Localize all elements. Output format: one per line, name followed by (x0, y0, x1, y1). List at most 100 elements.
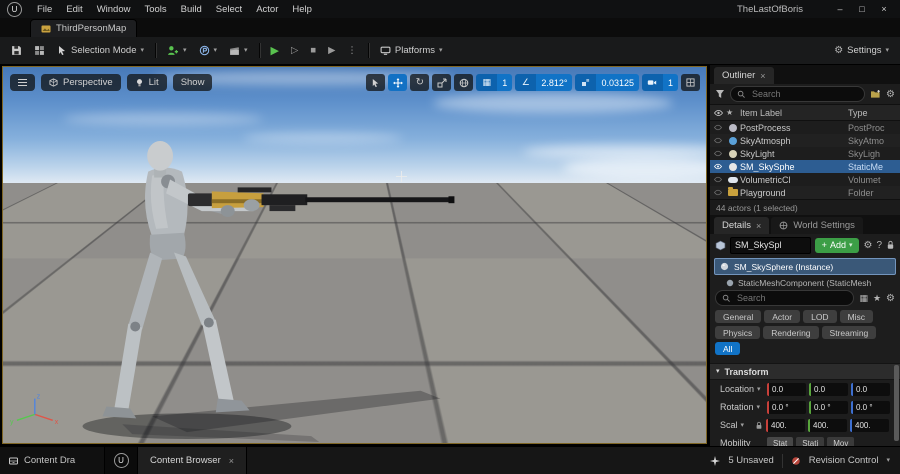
close-icon[interactable]: × (756, 221, 761, 231)
table-row[interactable]: VolumetricCl Volumet (710, 173, 900, 186)
rotation-z-field[interactable]: 0.0 ° (851, 401, 890, 414)
stop-button[interactable]: ■ (305, 40, 321, 61)
frame-skip-button[interactable]: ▷ (286, 40, 303, 61)
table-row[interactable]: Playground Folder (710, 186, 900, 199)
details-scrollbar[interactable] (894, 365, 899, 441)
filter-general[interactable]: General (715, 310, 761, 323)
play-button[interactable]: ▶ (266, 40, 284, 61)
grid-view-icon[interactable]: ▦ (859, 293, 868, 304)
eye-icon[interactable] (710, 189, 726, 196)
gear-icon[interactable]: ⚙ (886, 89, 895, 100)
add-component-button[interactable]: + Add ▾ (815, 238, 860, 253)
viewport[interactable]: x y z Perspective Lit Show ↻ ▦ 1 ∠ 2.812… (2, 66, 707, 444)
scale-label[interactable]: Scal ▾ (720, 420, 752, 430)
location-y-field[interactable]: 0.0 (809, 383, 848, 396)
blueprints-button[interactable]: ▾ (194, 40, 223, 61)
filter-actor[interactable]: Actor (764, 310, 800, 323)
details-search[interactable] (715, 290, 854, 306)
menu-select[interactable]: Select (209, 0, 249, 18)
revision-control-button[interactable]: Revision Control (809, 455, 879, 466)
star-icon[interactable]: ★ (873, 293, 881, 304)
location-label[interactable]: Location ▾ (720, 384, 764, 394)
scale-x-field[interactable]: 400. (766, 419, 805, 432)
scale-snap-control[interactable]: 0.03125 (575, 74, 639, 91)
rotation-snap-control[interactable]: ∠ 2.812° (515, 74, 572, 91)
unreal-status-tab[interactable]: U (105, 447, 138, 474)
tab-world-settings[interactable]: World Settings (771, 217, 863, 234)
unsaved-status[interactable]: 5 Unsaved (728, 455, 773, 466)
menu-edit[interactable]: Edit (59, 0, 89, 18)
platforms-dropdown[interactable]: Platforms ▾ (375, 40, 448, 61)
eye-icon[interactable] (710, 150, 726, 157)
eye-icon[interactable] (710, 124, 726, 131)
table-row[interactable]: SkyAtmosph SkyAtmo (710, 134, 900, 147)
item-label-column-header[interactable]: Item Label (740, 108, 848, 118)
actor-name-field[interactable] (730, 237, 811, 254)
filter-rendering[interactable]: Rendering (763, 326, 818, 339)
table-row[interactable]: PostProcess PostProc (710, 121, 900, 134)
location-x-field[interactable]: 0.0 (767, 383, 806, 396)
table-row-selected[interactable]: SM_SkySphe StaticMe (710, 160, 900, 173)
scale-y-field[interactable]: 400. (808, 419, 847, 432)
outliner-search-input[interactable] (750, 88, 858, 100)
filter-streaming[interactable]: Streaming (822, 326, 877, 339)
scale-z-field[interactable]: 400. (850, 419, 889, 432)
scale-tool-button[interactable] (432, 74, 451, 91)
component-root-row[interactable]: SM_SkySphere (Instance) (714, 258, 896, 275)
tab-thirdpersonmap[interactable]: ThirdPersonMap (30, 19, 137, 37)
type-column-header[interactable]: Type (848, 108, 900, 118)
move-tool-button[interactable] (388, 74, 407, 91)
rotation-label[interactable]: Rotation ▾ (720, 402, 764, 412)
settings-dropdown[interactable]: ⚙ Settings ▾ (829, 40, 894, 61)
eject-button[interactable]: ▶ (323, 40, 340, 61)
star-icon[interactable]: ★ (726, 108, 740, 117)
show-dropdown[interactable]: Show (173, 74, 213, 91)
gear-icon[interactable]: ⚙ (863, 240, 872, 251)
maximize-viewport-button[interactable] (681, 74, 700, 91)
filter-all[interactable]: All (715, 342, 740, 355)
close-icon[interactable]: × (760, 71, 765, 81)
filter-icon[interactable] (715, 89, 725, 99)
lock-icon[interactable] (886, 240, 895, 250)
camera-speed-control[interactable]: 1 (642, 74, 678, 91)
menu-build[interactable]: Build (174, 0, 209, 18)
perspective-dropdown[interactable]: Perspective (41, 74, 121, 91)
editor-modes-button[interactable] (29, 40, 50, 61)
rotation-y-field[interactable]: 0.0 ° (809, 401, 848, 414)
rotation-x-field[interactable]: 0.0 ° (767, 401, 806, 414)
eye-icon[interactable] (710, 176, 726, 183)
component-child-row[interactable]: StaticMeshComponent (StaticMesh (726, 277, 896, 288)
view-mode-dropdown[interactable]: Lit (127, 74, 167, 91)
menu-help[interactable]: Help (285, 0, 319, 18)
mobility-static-button[interactable]: Stat (767, 437, 793, 447)
lock-icon[interactable] (755, 421, 763, 430)
selection-mode-dropdown[interactable]: Selection Mode ▾ (52, 40, 149, 61)
close-button[interactable]: × (873, 0, 895, 18)
menu-actor[interactable]: Actor (249, 0, 285, 18)
viewport-options-button[interactable] (10, 74, 35, 91)
new-folder-icon[interactable] (870, 89, 881, 99)
details-search-input[interactable] (735, 292, 847, 304)
tab-details[interactable]: Details × (714, 217, 769, 234)
transform-section-header[interactable]: ▾ Transform (710, 363, 900, 380)
eye-icon[interactable] (710, 163, 726, 170)
filter-physics[interactable]: Physics (715, 326, 760, 339)
select-tool-button[interactable] (366, 74, 385, 91)
content-drawer-button[interactable]: Content Dra (0, 447, 105, 474)
close-icon[interactable]: × (229, 456, 234, 466)
filter-lod[interactable]: LOD (803, 310, 836, 323)
table-row[interactable]: SkyLight SkyLigh (710, 147, 900, 160)
menu-window[interactable]: Window (90, 0, 138, 18)
eye-icon[interactable] (710, 137, 726, 144)
content-browser-tab[interactable]: Content Browser × (138, 447, 247, 474)
play-options-kebab[interactable]: ⋮ (342, 40, 362, 61)
menu-tools[interactable]: Tools (137, 0, 173, 18)
rotate-tool-button[interactable]: ↻ (410, 74, 429, 91)
world-coordinate-button[interactable] (454, 74, 473, 91)
outliner-search[interactable] (730, 86, 865, 102)
tab-outliner[interactable]: Outliner × (714, 67, 774, 84)
mobility-movable-button[interactable]: Mov (827, 437, 854, 447)
mobility-stationary-button[interactable]: Stati (796, 437, 824, 447)
cinematics-button[interactable]: ▾ (224, 40, 253, 61)
help-icon[interactable]: ? (876, 240, 882, 251)
